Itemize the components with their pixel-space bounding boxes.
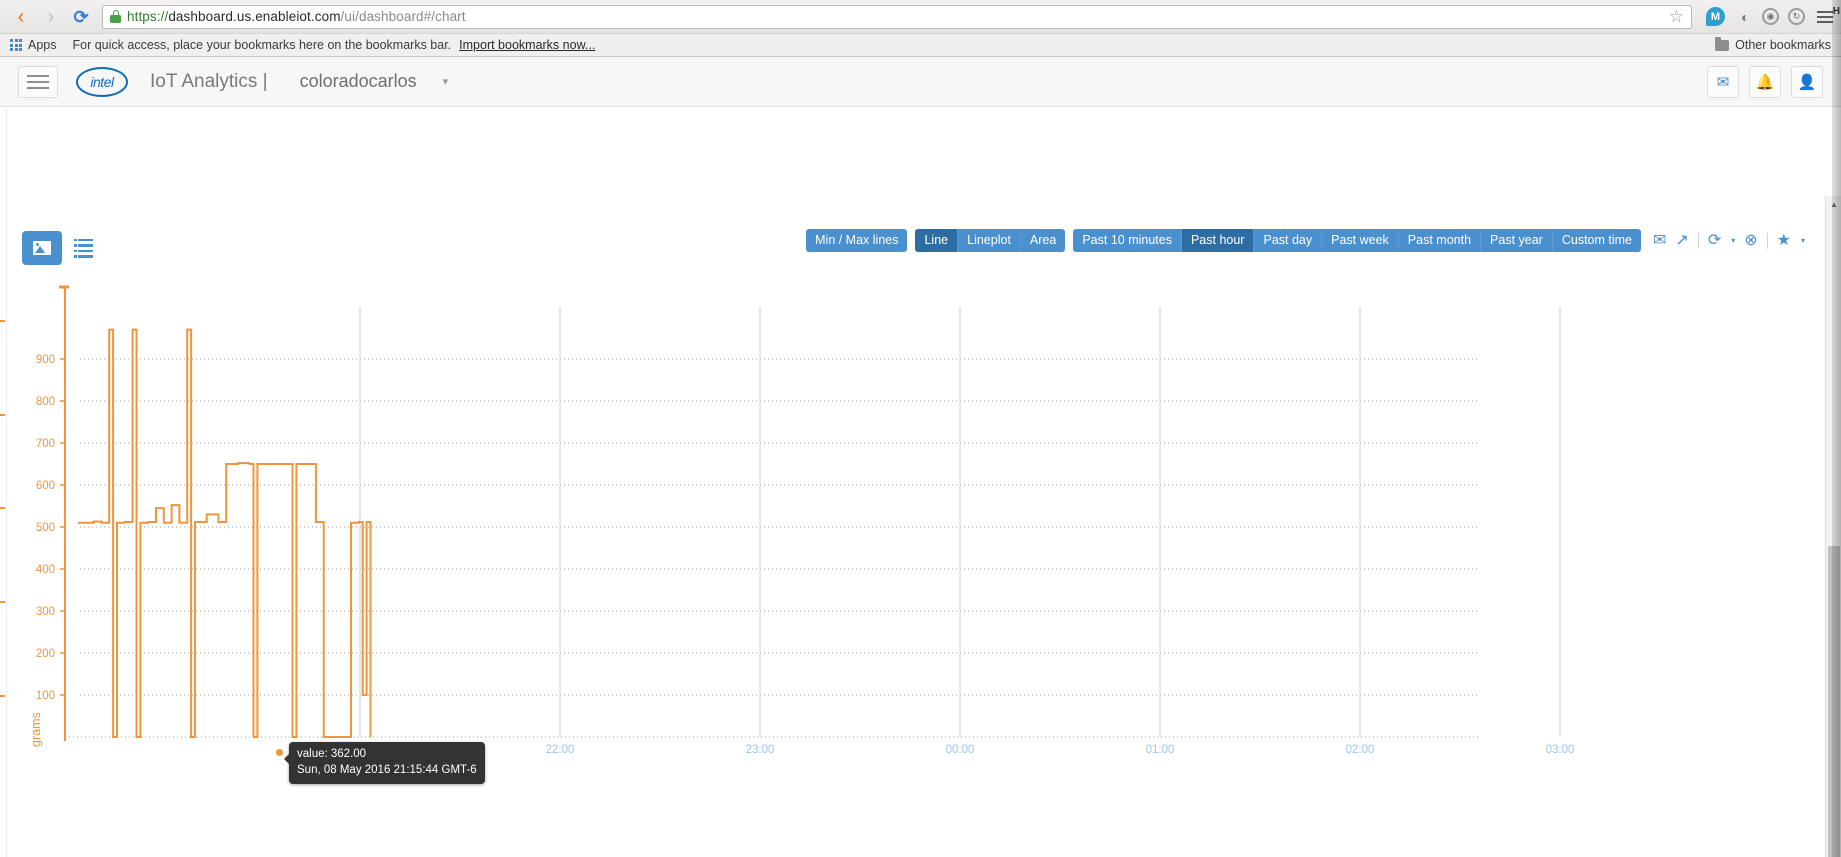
- refresh-chevron-down-icon[interactable]: ▾: [1731, 236, 1735, 245]
- url-host: dashboard.us.enableiot.com: [168, 9, 341, 24]
- x-axis-tick-label: 02:00: [1346, 744, 1375, 756]
- toolbar-divider-2: [1766, 232, 1768, 249]
- import-bookmarks-link[interactable]: Import bookmarks now...: [459, 38, 595, 52]
- messenger-extension-icon[interactable]: M: [1706, 7, 1725, 26]
- chart-type-lineplot[interactable]: Lineplot: [958, 229, 1021, 252]
- tooltip-value: value: 362.00: [297, 748, 367, 760]
- y-axis-tick-label: 300: [36, 606, 55, 618]
- toolbar-divider-1: [1697, 232, 1699, 249]
- browser-nav-bar: ‹ › ⟳ https://dashboard.us.enableiot.com…: [0, 0, 1841, 33]
- time-range-past-10-minutes[interactable]: Past 10 minutes: [1073, 229, 1182, 252]
- list-view-button[interactable]: [74, 238, 93, 258]
- y-axis-tick-label: 700: [36, 438, 55, 450]
- apps-label[interactable]: Apps: [28, 38, 57, 52]
- extension-icons: M ◖ ◉ ↻: [1700, 7, 1833, 26]
- y-axis-tick-label: 500: [36, 522, 55, 534]
- x-axis-tick-label: 03:00: [1546, 744, 1575, 756]
- x-axis-tick-label: 00:00: [946, 744, 975, 756]
- stop-refresh-icon[interactable]: ⊗: [1744, 232, 1757, 249]
- window-edge-label: H: [1832, 6, 1840, 17]
- y-axis-tick-label: 200: [36, 648, 55, 660]
- other-bookmarks-button[interactable]: Other bookmarks: [1715, 36, 1831, 52]
- address-bar[interactable]: https://dashboard.us.enableiot.com/ui/da…: [102, 4, 1692, 29]
- main-content: Min / Max lines Line Lineplot Area Past 10…: [0, 107, 1841, 857]
- y-axis-tick-label: 400: [36, 564, 55, 576]
- contrast-extension-icon[interactable]: ◖: [1734, 7, 1753, 26]
- browser-chrome: ‹ › ⟳ https://dashboard.us.enableiot.com…: [0, 0, 1841, 57]
- bookmarks-hint: For quick access, place your bookmarks h…: [72, 38, 452, 52]
- sync-extension-icon[interactable]: ↻: [1788, 8, 1805, 25]
- url-path: /ui/dashboard#/chart: [340, 9, 466, 24]
- time-range-past-year[interactable]: Past year: [1481, 229, 1553, 252]
- nav-menu-button[interactable]: [18, 65, 58, 98]
- share-export-icon[interactable]: ↗: [1675, 232, 1688, 249]
- view-switcher: [22, 231, 93, 265]
- chevron-down-icon[interactable]: ▾: [443, 75, 449, 88]
- time-range-past-month[interactable]: Past month: [1398, 229, 1482, 252]
- y-axis-tick-label: 600: [36, 480, 55, 492]
- reload-icon[interactable]: ⟳: [68, 4, 94, 30]
- chart-view-button[interactable]: [22, 231, 62, 265]
- app-header: intel IoT Analytics | coloradocarlos ▾ ✉…: [0, 57, 1841, 107]
- chart-plot-area: grams 90080070060050040030020010021:0022…: [0, 277, 1780, 797]
- user-avatar-icon[interactable]: 👤: [1791, 65, 1823, 98]
- refresh-icon[interactable]: ⟳: [1708, 232, 1721, 249]
- min-max-lines-button[interactable]: Min / Max lines: [806, 229, 908, 252]
- account-name[interactable]: coloradocarlos: [300, 71, 417, 92]
- intel-logo: intel: [76, 66, 128, 97]
- back-icon[interactable]: ‹: [8, 4, 34, 30]
- lock-icon: [110, 10, 121, 23]
- time-range-past-day[interactable]: Past day: [1254, 229, 1323, 252]
- favorite-chevron-down-icon[interactable]: ▾: [1801, 236, 1805, 245]
- envelope-icon[interactable]: ✉: [1653, 232, 1666, 249]
- y-axis-tick-label: 800: [36, 396, 55, 408]
- chart-type-line[interactable]: Line: [915, 229, 959, 252]
- folder-icon: [1715, 36, 1730, 51]
- bookmarks-bar: Apps For quick access, place your bookma…: [0, 33, 1841, 56]
- header-actions: ✉ 🔔 👤: [1707, 65, 1823, 98]
- messages-icon[interactable]: ✉: [1707, 65, 1739, 98]
- time-range-past-week[interactable]: Past week: [1322, 229, 1399, 252]
- favorite-icon[interactable]: ★: [1777, 232, 1791, 249]
- apps-grid-icon[interactable]: [10, 39, 22, 51]
- other-bookmarks-label: Other bookmarks: [1735, 38, 1831, 52]
- chart-type-group: Line Lineplot Area: [915, 229, 1066, 252]
- x-axis-tick-label: 22:00: [546, 744, 575, 756]
- y-axis-tick-label: 900: [36, 354, 55, 366]
- url-scheme: https://: [127, 9, 169, 24]
- chart-tooltip: value: 362.00 Sun, 08 May 2016 21:15:44 …: [284, 742, 485, 785]
- url-text: https://dashboard.us.enableiot.com/ui/da…: [127, 9, 466, 24]
- x-axis-tick-label: 01:00: [1146, 744, 1175, 756]
- tooltip-time: Sun, 08 May 2016 21:15:44 GMT-6: [297, 763, 477, 776]
- time-range-custom-time[interactable]: Custom time: [1552, 229, 1641, 252]
- time-range-group: Past 10 minutes Past hour Past day Past wee…: [1073, 229, 1641, 252]
- toolbar-icons: ✉ ↗ ⟳ ▾ ⊗ ★ ▾: [1653, 232, 1805, 249]
- time-range-past-hour[interactable]: Past hour: [1181, 229, 1255, 252]
- x-axis-tick-label: 23:00: [746, 744, 775, 756]
- page-title: IoT Analytics |: [150, 70, 268, 92]
- chart-svg[interactable]: 90080070060050040030020010021:0022:0023:…: [0, 277, 1780, 797]
- image-icon: [33, 241, 51, 255]
- chart-series-line: [78, 328, 372, 738]
- y-axis-tick-label: 100: [36, 690, 55, 702]
- browser-menu-icon[interactable]: [1817, 10, 1833, 23]
- camera-extension-icon[interactable]: ◉: [1762, 8, 1779, 25]
- forward-icon[interactable]: ›: [38, 4, 64, 30]
- chart-toolbar: Min / Max lines Line Lineplot Area Past 10…: [798, 229, 1805, 252]
- notifications-bell-icon[interactable]: 🔔: [1749, 65, 1781, 98]
- highlighted-data-point: [276, 749, 283, 756]
- chart-type-area[interactable]: Area: [1020, 229, 1066, 252]
- bookmark-star-icon[interactable]: ☆: [1669, 8, 1684, 25]
- minmax-group: Min / Max lines: [806, 229, 908, 252]
- window-edge: H: [1832, 0, 1841, 857]
